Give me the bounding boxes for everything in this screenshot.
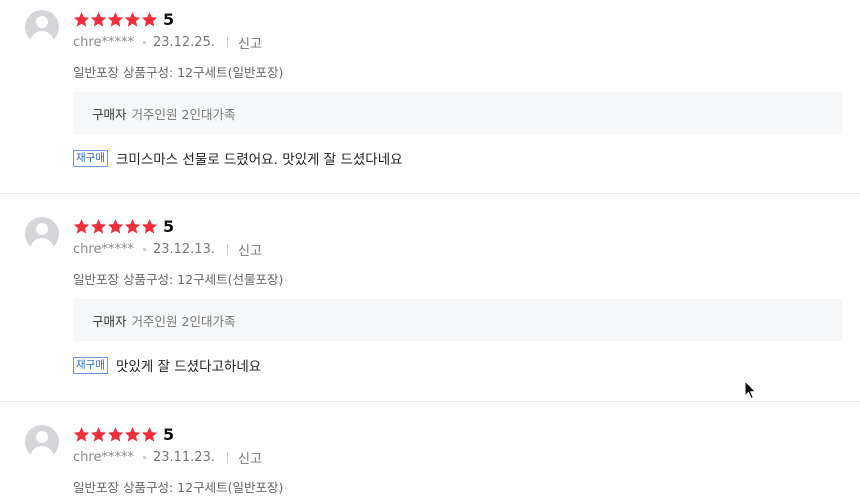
product-option: 일반포장 상품구성: 12구세트(일반포장): [73, 65, 284, 80]
review-text: 맛있게 잘 드셨다고하네요: [115, 359, 262, 375]
buyer-key: 구매자: [92, 313, 127, 329]
star-icon: [90, 426, 107, 443]
buyer-value: 거주인원 2인대가족: [131, 106, 236, 122]
star-icon: [141, 426, 158, 443]
star-rating: [73, 11, 158, 28]
rebuy-badge: 재구매: [73, 356, 108, 374]
star-icon: [90, 11, 107, 28]
product-option: 일반포장 상품구성: 12구세트(선물포장): [73, 272, 284, 287]
review-content: 재구매 크미스마스 선물로 드렸어요. 맛있게 잘 드셨다네요: [73, 148, 403, 168]
rating-score: 5: [163, 424, 175, 444]
product-option: 일반포장 상품구성: 12구세트(일반포장): [73, 480, 284, 495]
review-divider: [0, 401, 860, 402]
review-meta: chre***** 23.11.23. 신고: [73, 448, 262, 467]
mouse-cursor-icon: [744, 379, 758, 400]
avatar: [25, 425, 59, 459]
avatar: [25, 217, 59, 251]
buyer-key: 구매자: [92, 106, 127, 122]
review-text: 크미스마스 선물로 드렸어요. 맛있게 잘 드셨다네요: [115, 152, 403, 168]
star-icon: [73, 426, 90, 443]
review-meta: chre***** 23.12.13. 신고: [73, 240, 262, 259]
star-icon: [107, 11, 124, 28]
star-icon: [73, 218, 90, 235]
star-rating: [73, 218, 158, 235]
review-date: 23.12.13.: [152, 241, 215, 257]
buyer-value: 거주인원 2인대가족: [131, 313, 236, 329]
divider-bar: [226, 36, 228, 48]
buyer-info: 구매자 거주인원 2인대가족: [73, 92, 842, 134]
review-content: 재구매 맛있게 잘 드셨다고하네요: [73, 355, 261, 375]
star-icon: [124, 11, 141, 28]
review-date: 23.11.23.: [152, 449, 215, 465]
report-button[interactable]: 신고: [238, 240, 262, 259]
divider-bar: [226, 451, 228, 463]
star-icon: [107, 426, 124, 443]
star-icon: [73, 11, 90, 28]
dot-separator: [142, 40, 146, 44]
rating-score: 5: [163, 9, 175, 29]
star-icon: [141, 11, 158, 28]
reviewer-id: chre*****: [73, 241, 134, 257]
rating-score: 5: [163, 216, 175, 236]
review-date: 23.12.25.: [152, 34, 215, 50]
rebuy-badge: 재구매: [73, 149, 108, 167]
star-rating: [73, 426, 158, 443]
avatar: [25, 10, 59, 44]
divider-bar: [226, 243, 228, 255]
reviewer-id: chre*****: [73, 34, 134, 50]
report-button[interactable]: 신고: [238, 448, 262, 467]
star-icon: [124, 426, 141, 443]
dot-separator: [142, 247, 146, 251]
review-meta: chre***** 23.12.25. 신고: [73, 33, 262, 52]
star-icon: [107, 218, 124, 235]
rating-row: 5: [73, 423, 174, 445]
star-icon: [141, 218, 158, 235]
review-divider: [0, 193, 860, 194]
report-button[interactable]: 신고: [238, 33, 262, 52]
dot-separator: [142, 455, 146, 459]
buyer-info: 구매자 거주인원 2인대가족: [73, 299, 842, 341]
rating-row: 5: [73, 8, 174, 30]
star-icon: [124, 218, 141, 235]
reviewer-id: chre*****: [73, 449, 134, 465]
rating-row: 5: [73, 215, 174, 237]
review-list: 5 chre***** 23.12.25. 신고 일반포장 상품구성: 12구세…: [0, 0, 860, 500]
star-icon: [90, 218, 107, 235]
